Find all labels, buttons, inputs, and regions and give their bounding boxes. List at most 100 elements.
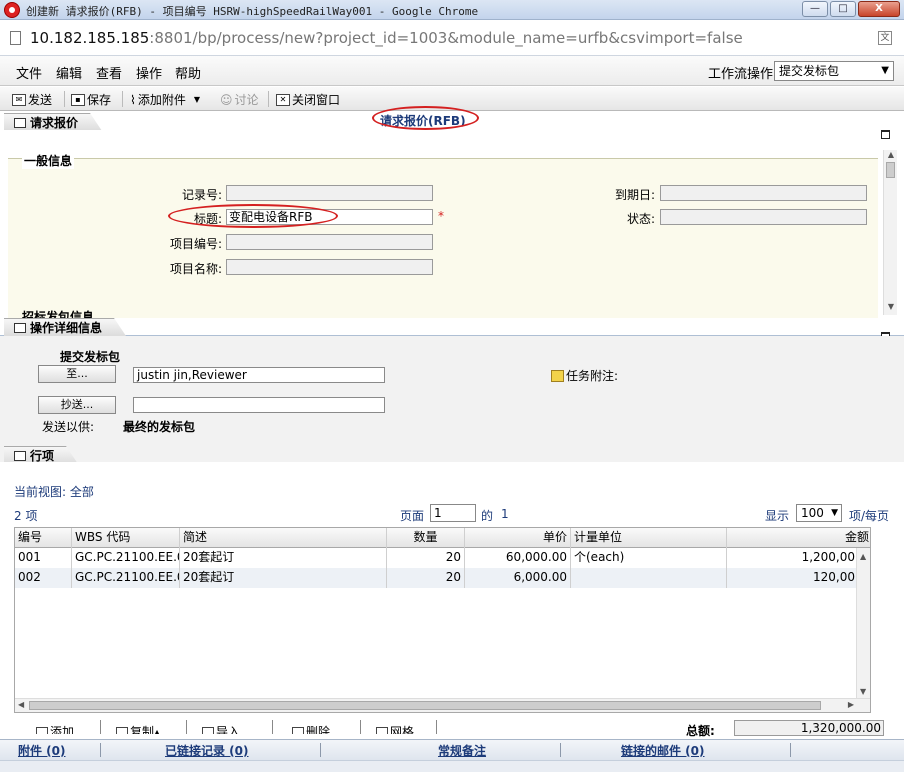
linked-mail-link[interactable]: 链接的邮件 (0) (621, 742, 705, 759)
task-note-label: 任务附注: (566, 369, 619, 383)
close-window-toolbar-button[interactable]: ✕ 关闭窗口 (276, 91, 340, 108)
due-date-label: 到期日: (614, 188, 655, 202)
to-field[interactable]: justin jin,Reviewer (133, 367, 385, 383)
linked-records-link[interactable]: 已链接记录 (0) (165, 742, 249, 759)
column-header-quantity[interactable]: 数量 (387, 528, 465, 548)
column-header-unit-price[interactable]: 单价 (465, 528, 571, 548)
scroll-down-icon[interactable]: ▼ (884, 302, 898, 314)
column-header-description[interactable]: 简述 (180, 528, 387, 548)
grid-icon (376, 727, 388, 734)
add-row-button[interactable]: 添加 (36, 723, 74, 734)
column-header-amount[interactable]: 金额 (727, 528, 870, 548)
project-name-field (226, 259, 433, 275)
action-separator (272, 720, 273, 734)
scroll-down-icon[interactable]: ▼ (860, 687, 866, 696)
column-header-uom[interactable]: 计量单位 (571, 528, 727, 548)
delete-row-button[interactable]: 删除 (292, 723, 330, 734)
chevron-down-icon[interactable]: ▼ (194, 95, 200, 104)
scroll-thumb[interactable] (886, 162, 895, 178)
menu-view[interactable]: 查看 (96, 63, 122, 82)
table-row[interactable]: 001 GC.PC.21100.EE.0 20套起订 20 60,000.00 … (15, 548, 870, 568)
scroll-thumb[interactable] (29, 701, 821, 710)
action-separator (186, 720, 187, 734)
send-icon: ✉ (12, 93, 26, 106)
menu-action[interactable]: 操作 (136, 63, 162, 82)
page-icon (10, 31, 21, 45)
copy-row-button[interactable]: 复制▴ (116, 723, 160, 734)
tab-operation-details[interactable]: 操作详细信息 (4, 318, 126, 336)
attachments-link[interactable]: 附件 (0) (18, 742, 66, 759)
task-note[interactable]: 任务附注: (551, 367, 618, 384)
cc-button[interactable]: 抄送... (38, 396, 116, 414)
form-scrollbar[interactable]: ▲ ▼ (883, 150, 897, 315)
footer-separator (790, 743, 791, 757)
cell-wbs: GC.PC.21100.EE.0 (72, 548, 180, 568)
to-button[interactable]: 至... (38, 365, 116, 383)
discuss-icon: ☺ (220, 92, 233, 107)
translate-icon[interactable]: 文 (878, 31, 892, 45)
column-header-number[interactable]: 编号 (15, 528, 72, 548)
operation-icon (14, 323, 26, 333)
address-bar[interactable]: 10.182.185.185:8801/bp/process/new?proje… (0, 20, 904, 56)
cell-unit-price: 6,000.00 (465, 568, 571, 588)
workflow-action-select[interactable]: 提交发标包 ▼ (774, 61, 894, 81)
url-text[interactable]: 10.182.185.185:8801/bp/process/new?proje… (30, 29, 743, 47)
import-button[interactable]: 导入 (202, 723, 240, 734)
table-row[interactable]: 002 GC.PC.21100.EE.0 20套起订 20 6,000.00 1… (15, 568, 870, 588)
required-marker: * (438, 209, 444, 223)
per-page-suffix: 项/每页 (849, 509, 890, 523)
line-items-table: 编号 WBS 代码 简述 数量 单价 计量单位 金额 001 GC.PC.211… (14, 527, 871, 713)
add-attachment-button[interactable]: ⌇ 添加附件 ▼ (130, 91, 200, 108)
delete-icon (292, 727, 304, 734)
scroll-left-icon[interactable]: ◀ (18, 700, 24, 709)
window-title-bar: 创建新 请求报价(RFB) - 项目编号 HSRW-highSpeedRailW… (0, 0, 904, 20)
save-button[interactable]: ▪ 保存 (71, 91, 111, 108)
menu-edit[interactable]: 编辑 (56, 63, 82, 82)
project-name-label: 项目名称: (169, 262, 222, 276)
general-info-box (8, 158, 878, 318)
cell-unit-price: 60,000.00 (465, 548, 571, 568)
scroll-right-icon[interactable]: ▶ (848, 700, 854, 709)
send-label: 发送 (28, 93, 53, 107)
maximize-icon[interactable] (881, 130, 890, 139)
general-info-panel: 一般信息 记录号: 标题: 变配电设备RFB * 项目编号: 项目名称: 到期日… (0, 130, 904, 318)
due-date-field (660, 185, 867, 201)
column-header-wbs[interactable]: WBS 代码 (72, 528, 180, 548)
general-notes-link[interactable]: 常规备注 (438, 742, 486, 759)
cell-quantity: 20 (387, 548, 465, 568)
operation-action-title: 提交发标包 (60, 350, 121, 364)
table-vertical-scrollbar[interactable]: ▲ ▼ (856, 548, 870, 700)
per-page-select[interactable]: 100 ▼ (796, 504, 842, 522)
restore-button[interactable]: □ (830, 1, 856, 17)
scroll-up-icon[interactable]: ▲ (884, 150, 898, 162)
cc-field[interactable] (133, 397, 385, 413)
minimize-button[interactable]: — (802, 1, 828, 17)
scroll-up-icon[interactable]: ▲ (860, 552, 866, 561)
discuss-label: 讨论 (234, 93, 259, 107)
menu-file[interactable]: 文件 (16, 63, 42, 82)
action-separator (100, 720, 101, 734)
discuss-button[interactable]: ☺ 讨论 (220, 91, 259, 108)
general-info-legend: 一般信息 (22, 152, 75, 169)
cell-amount: 120,00 (813, 570, 855, 584)
toolbar-separator (64, 91, 65, 107)
footer-separator (560, 743, 561, 757)
url-path: :8801/bp/process/new?project_id=1003&mod… (149, 29, 743, 47)
cell-description: 20套起订 (180, 568, 387, 588)
grid-view-button[interactable]: 网格 (376, 723, 414, 734)
page-number-input[interactable]: 1 (430, 504, 476, 522)
form-icon (14, 118, 26, 128)
table-horizontal-scrollbar[interactable]: ◀ ▶ (15, 698, 870, 712)
close-icon: ✕ (276, 93, 290, 106)
current-view-label[interactable]: 当前视图: 全部 (14, 483, 94, 500)
close-window-label: 关闭窗口 (292, 93, 341, 107)
url-host: 10.182.185.185 (30, 29, 150, 47)
line-items-panel: 当前视图: 全部 2 项 页面 1 的 1 显示 100 ▼ 项/每页 编号 W… (0, 462, 904, 752)
copy-row-label: 复制 (130, 725, 155, 734)
tab-rfb[interactable]: 请求报价 (4, 113, 102, 131)
close-window-button[interactable]: X (858, 1, 900, 17)
show-label: 显示 (765, 509, 790, 523)
send-button[interactable]: ✉ 发送 (12, 91, 52, 108)
menu-help[interactable]: 帮助 (175, 63, 201, 82)
annotation-ellipse (168, 204, 338, 228)
